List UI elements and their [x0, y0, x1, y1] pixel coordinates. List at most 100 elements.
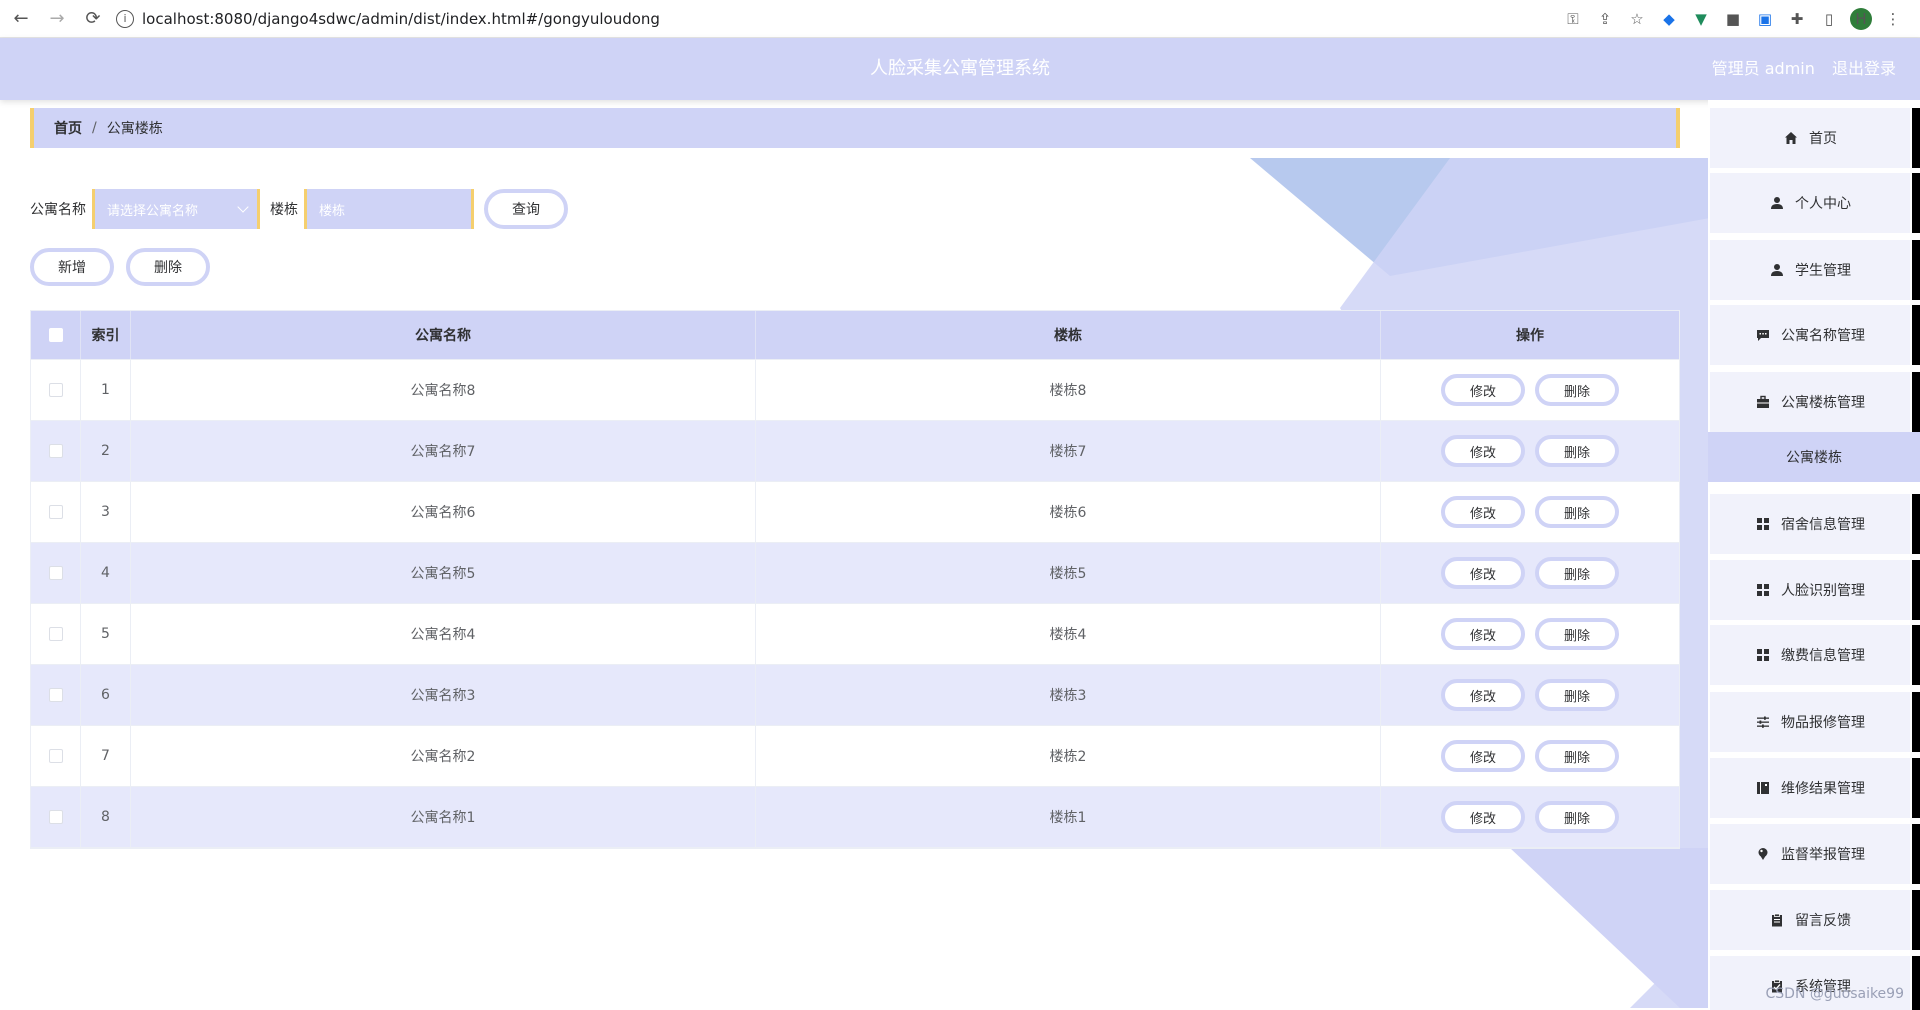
menu-item-6[interactable]: 宿舍信息管理: [1710, 494, 1910, 554]
header-name: 公寓名称: [131, 311, 756, 359]
menu-item-4[interactable]: 公寓楼栋管理: [1710, 372, 1910, 432]
menu-item-label: 首页: [1809, 131, 1837, 147]
extension-icon[interactable]: ■: [1722, 8, 1744, 30]
menu-item-11[interactable]: 监督举报管理: [1710, 824, 1910, 884]
breadcrumb: 首页 / 公寓楼栋: [30, 108, 1680, 148]
menu-item-label: 维修结果管理: [1781, 781, 1865, 797]
row-index: 3: [81, 482, 131, 542]
menu-item-9[interactable]: 物品报修管理: [1710, 692, 1910, 752]
breadcrumb-separator: /: [92, 120, 97, 136]
breadcrumb-home[interactable]: 首页: [54, 118, 82, 138]
menu-edge-bar: [1912, 758, 1920, 818]
menu-edge-bar: [1912, 108, 1920, 168]
menu-item-8[interactable]: 缴费信息管理: [1710, 625, 1910, 685]
menu-item-0[interactable]: 首页: [1710, 108, 1910, 168]
table-row: 7 公寓名称2 楼栋2 修改 删除: [31, 726, 1679, 787]
edit-button[interactable]: 修改: [1441, 435, 1525, 467]
share-icon[interactable]: ⇪: [1594, 8, 1616, 30]
delete-button[interactable]: 删除: [1535, 557, 1619, 589]
row-checkbox[interactable]: [48, 566, 63, 580]
delete-button[interactable]: 删除: [1535, 435, 1619, 467]
extension-icon[interactable]: ▼: [1690, 8, 1712, 30]
delete-button[interactable]: 删除: [1535, 740, 1619, 772]
menu-item-5[interactable]: 公寓楼栋: [1708, 432, 1920, 482]
profile-avatar[interactable]: H: [1850, 7, 1872, 30]
row-floor: 楼栋1: [756, 787, 1381, 847]
table-row: 8 公寓名称1 楼栋1 修改 删除: [31, 787, 1679, 848]
watermark: CSDN @guosaike99: [1765, 986, 1905, 1002]
grid-icon: [1755, 582, 1771, 598]
address-bar[interactable]: i localhost:8080/django4sdwc/admin/dist/…: [116, 4, 1562, 34]
row-checkbox[interactable]: [48, 505, 63, 519]
menu-item-10[interactable]: 维修结果管理: [1710, 758, 1910, 818]
menu-item-2[interactable]: 学生管理: [1710, 240, 1910, 300]
apartment-name-label: 公寓名称: [30, 202, 86, 218]
delete-button[interactable]: 删除: [1535, 801, 1619, 833]
row-checkbox[interactable]: [48, 627, 63, 641]
row-index: 2: [81, 421, 131, 481]
menu-item-label: 学生管理: [1795, 263, 1851, 279]
row-checkbox[interactable]: [48, 749, 63, 763]
row-checkbox[interactable]: [48, 444, 63, 458]
puzzle-icon[interactable]: ✚: [1786, 8, 1808, 30]
info-icon[interactable]: i: [116, 9, 134, 28]
floor-label: 楼栋: [270, 202, 298, 218]
row-checkbox[interactable]: [48, 383, 63, 397]
row-operations: 修改 删除: [1381, 604, 1679, 664]
row-checkbox[interactable]: [48, 810, 63, 824]
forward-icon[interactable]: →: [42, 4, 72, 34]
delete-button[interactable]: 删除: [1535, 679, 1619, 711]
row-operations: 修改 删除: [1381, 543, 1679, 603]
add-button[interactable]: 新增: [30, 248, 114, 286]
row-name: 公寓名称1: [131, 787, 756, 847]
menu-item-1[interactable]: 个人中心: [1710, 173, 1910, 233]
home-icon: [1783, 130, 1799, 146]
table-body: 1 公寓名称8 楼栋8 修改 删除 2 公寓名称7 楼栋7 修改 删除 3 公寓名称6 楼栋6 修改 删除 4…: [31, 360, 1679, 848]
apartment-name-select[interactable]: 请选择公寓名称: [92, 189, 260, 229]
grid-icon: [1755, 516, 1771, 532]
chevron-down-icon: [237, 201, 249, 213]
query-button[interactable]: 查询: [484, 189, 568, 229]
delete-button[interactable]: 删除: [1535, 496, 1619, 528]
book-icon: [1755, 780, 1771, 796]
sidepanel-icon[interactable]: ▯: [1818, 8, 1840, 30]
row-name: 公寓名称6: [131, 482, 756, 542]
breadcrumb-current: 公寓楼栋: [106, 121, 163, 137]
row-checkbox-cell: [31, 665, 81, 725]
edit-button[interactable]: 修改: [1441, 618, 1525, 650]
edit-button[interactable]: 修改: [1441, 557, 1525, 589]
menu-item-7[interactable]: 人脸识别管理: [1710, 560, 1910, 620]
row-checkbox-cell: [31, 482, 81, 542]
extension-icon[interactable]: ▣: [1754, 8, 1776, 30]
star-icon[interactable]: ☆: [1626, 8, 1648, 30]
table-row: 4 公寓名称5 楼栋5 修改 删除: [31, 543, 1679, 604]
row-floor: 楼栋3: [756, 665, 1381, 725]
reload-icon[interactable]: ⟳: [78, 4, 108, 34]
extension-icon[interactable]: ◆: [1658, 8, 1680, 30]
row-operations: 修改 删除: [1381, 360, 1679, 420]
delete-button[interactable]: 删除: [1535, 374, 1619, 406]
batch-delete-button[interactable]: 删除: [126, 248, 210, 286]
floor-input[interactable]: 楼栋: [304, 189, 474, 229]
row-checkbox[interactable]: [48, 688, 63, 702]
menu-item-12[interactable]: 留言反馈: [1710, 890, 1910, 950]
edit-button[interactable]: 修改: [1441, 801, 1525, 833]
edit-button[interactable]: 修改: [1441, 740, 1525, 772]
table-row: 2 公寓名称7 楼栋7 修改 删除: [31, 421, 1679, 482]
edit-button[interactable]: 修改: [1441, 679, 1525, 711]
row-checkbox-cell: [31, 604, 81, 664]
logout-link[interactable]: 退出登录: [1832, 59, 1896, 78]
clipboard-icon: [1769, 912, 1785, 928]
back-icon[interactable]: ←: [6, 4, 36, 34]
key-icon[interactable]: ⚿: [1562, 8, 1584, 30]
edit-button[interactable]: 修改: [1441, 496, 1525, 528]
menu-item-3[interactable]: 公寓名称管理: [1710, 305, 1910, 365]
more-icon[interactable]: ⋮: [1882, 8, 1904, 30]
menu-item-label: 留言反馈: [1795, 913, 1851, 929]
row-checkbox-cell: [31, 360, 81, 420]
menu-edge-bar: [1912, 625, 1920, 685]
delete-button[interactable]: 删除: [1535, 618, 1619, 650]
row-floor: 楼栋6: [756, 482, 1381, 542]
select-all-checkbox[interactable]: [48, 328, 63, 342]
edit-button[interactable]: 修改: [1441, 374, 1525, 406]
